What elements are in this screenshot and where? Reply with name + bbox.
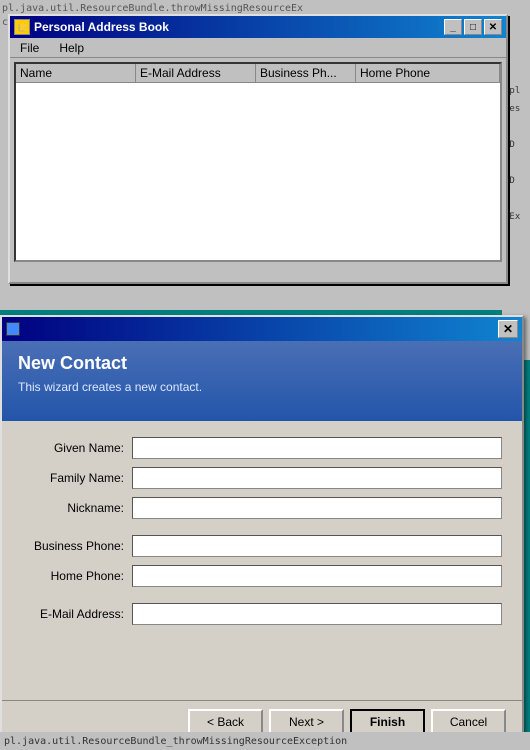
email-input[interactable]	[132, 603, 502, 625]
business-phone-input[interactable]	[132, 535, 502, 557]
dialog-subtitle: This wizard creates a new contact.	[18, 380, 506, 394]
home-phone-input[interactable]	[132, 565, 502, 587]
business-phone-row: Business Phone:	[22, 535, 502, 557]
close-button[interactable]: ✕	[484, 19, 502, 35]
family-name-row: Family Name:	[22, 467, 502, 489]
family-name-input[interactable]	[132, 467, 502, 489]
contacts-table: Name E-Mail Address Business Ph... Home …	[14, 62, 502, 262]
address-book-title: Personal Address Book	[34, 20, 169, 34]
dialog-close-button[interactable]: ✕	[498, 320, 518, 338]
dialog-titlebar: ✕	[2, 317, 522, 341]
help-menu[interactable]: Help	[53, 39, 90, 57]
address-book-window: 📒 Personal Address Book _ □ ✕ File Help …	[8, 14, 508, 284]
nickname-label: Nickname:	[22, 501, 132, 515]
new-contact-dialog: ✕ New Contact This wizard creates a new …	[0, 315, 524, 745]
business-phone-label: Business Phone:	[22, 539, 132, 553]
menubar: File Help	[10, 38, 506, 58]
home-phone-row: Home Phone:	[22, 565, 502, 587]
given-name-label: Given Name:	[22, 441, 132, 455]
bottom-bar-text: pl.java.util.ResourceBundle_throwMissing…	[4, 736, 347, 747]
email-row: E-Mail Address:	[22, 603, 502, 625]
address-book-window-icon: 📒	[14, 19, 30, 35]
nickname-row: Nickname:	[22, 497, 502, 519]
dialog-title: New Contact	[18, 353, 506, 374]
given-name-input[interactable]	[132, 437, 502, 459]
table-body	[16, 83, 500, 253]
col-name: Name	[16, 64, 136, 82]
form-spacer-1	[22, 527, 502, 535]
col-email: E-Mail Address	[136, 64, 256, 82]
nickname-input[interactable]	[132, 497, 502, 519]
form-spacer-2	[22, 595, 502, 603]
email-label: E-Mail Address:	[22, 607, 132, 621]
dialog-body: New Contact This wizard creates a new co…	[2, 341, 522, 743]
home-phone-label: Home Phone:	[22, 569, 132, 583]
dialog-window-icon	[6, 322, 20, 336]
given-name-row: Given Name:	[22, 437, 502, 459]
address-book-titlebar: 📒 Personal Address Book _ □ ✕	[10, 16, 506, 38]
family-name-label: Family Name:	[22, 471, 132, 485]
col-business-phone: Business Ph...	[256, 64, 356, 82]
maximize-button[interactable]: □	[464, 19, 482, 35]
file-menu[interactable]: File	[14, 39, 45, 57]
titlebar-controls: _ □ ✕	[444, 19, 502, 35]
table-header: Name E-Mail Address Business Ph... Home …	[16, 64, 500, 83]
bottom-bar: pl.java.util.ResourceBundle_throwMissing…	[0, 732, 530, 750]
col-home-phone: Home Phone	[356, 64, 500, 82]
dialog-form: Given Name: Family Name: Nickname: Busin…	[2, 421, 522, 700]
dialog-header: New Contact This wizard creates a new co…	[2, 341, 522, 421]
minimize-button[interactable]: _	[444, 19, 462, 35]
